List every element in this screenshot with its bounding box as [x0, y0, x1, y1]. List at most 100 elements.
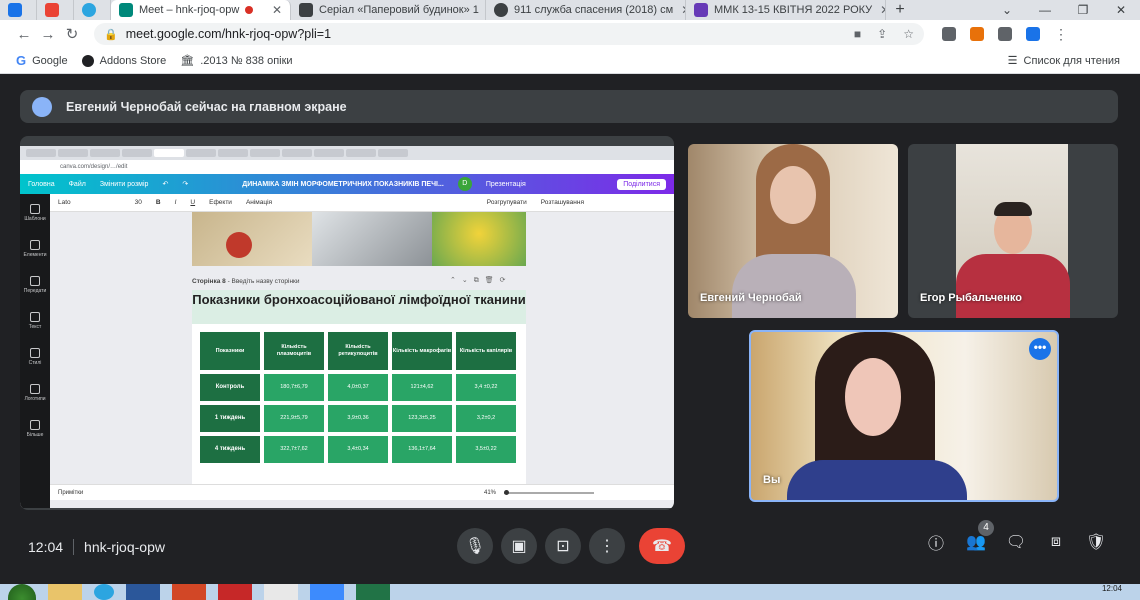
slide-table: Показники Кількість плазмоцитів Кількіст… [200, 332, 516, 467]
share-page-icon[interactable]: ⇪ [877, 27, 887, 41]
puzzle-icon[interactable] [998, 27, 1012, 41]
canva-font-size: 30 [134, 199, 142, 206]
table-cell: 3,4±0,34 [328, 436, 388, 463]
recording-dot-icon [245, 6, 254, 14]
table-header: Показники [200, 332, 260, 370]
reload-icon[interactable]: ↻ [60, 25, 84, 43]
meeting-details-icon[interactable]: ⓘ [924, 530, 948, 554]
gmail-icon [45, 3, 59, 17]
excel-icon[interactable] [356, 584, 390, 600]
forward-icon[interactable]: → [36, 26, 60, 43]
close-tab-icon[interactable]: ✕ [264, 3, 282, 17]
tab-favicon [8, 3, 22, 17]
camera-button[interactable]: ▣ [501, 528, 537, 564]
presenter-avatar [32, 96, 52, 117]
browser-tab[interactable] [0, 0, 37, 20]
self-view-tile[interactable]: Вы ••• [749, 330, 1059, 502]
participant-tile[interactable]: Евгений Чернобай [688, 144, 898, 318]
word-icon[interactable] [126, 584, 160, 600]
canva-sidebar-item: Елементи [23, 240, 47, 258]
close-window-button[interactable]: ✕ [1102, 3, 1140, 17]
meeting-code: hnk-rjoq-opw [84, 539, 165, 555]
browser-tab[interactable] [37, 0, 74, 20]
table-header-row: Показники Кількість плазмоцитів Кількіст… [200, 332, 516, 370]
bookmark-document[interactable]: 🏛 .2013 № 838 опіки [180, 54, 293, 68]
windows-taskbar: 12:04 [0, 584, 1140, 600]
table-row: 1 тиждень 221,9±5,79 3,9±0,36 123,3±5,25… [200, 405, 516, 432]
close-tab-icon[interactable]: ✕ [872, 3, 885, 17]
host-controls-icon[interactable]: 🛡 [1084, 530, 1108, 554]
bookmark-addons[interactable]: Addons Store [81, 54, 166, 67]
canva-footer: Примітки 41% [50, 484, 674, 500]
undo-icon: ↶ [162, 181, 169, 188]
canva-sidebar-item: Передати [24, 276, 46, 294]
more-options-icon[interactable]: ••• [1029, 338, 1051, 360]
address-bar[interactable]: 🔒 meet.google.com/hnk-rjoq-opw?pli=1 ■ ⇪… [94, 23, 924, 45]
more-options-button[interactable]: ⋮ [589, 528, 625, 564]
table-cell: 136,1±7,64 [392, 436, 452, 463]
tab-meet[interactable]: Meet – hnk-rjoq-opw ✕ [111, 0, 291, 20]
new-tab-button[interactable]: + [886, 0, 914, 20]
table-cell: 3,5±0,22 [456, 436, 516, 463]
google-icon: G [16, 53, 27, 68]
bookmark-google[interactable]: G Google [16, 53, 68, 68]
extension-icon[interactable] [942, 27, 956, 41]
start-button[interactable] [8, 584, 36, 600]
tab-mmk[interactable]: ММК 13-15 КВІТНЯ 2022 РОКУ ✕ [686, 0, 886, 20]
tab-label: ММК 13-15 КВІТНЯ 2022 РОКУ [714, 4, 873, 16]
chat-icon[interactable]: 🗨 [1004, 530, 1028, 554]
slide-title: Показники бронхоасоційованої лімфоїдної … [192, 290, 526, 324]
tab-favicon [299, 3, 313, 17]
camera-icon[interactable]: ■ [854, 27, 861, 41]
bookmark-star-icon[interactable]: ☆ [903, 27, 914, 41]
app-icon[interactable] [310, 584, 344, 600]
table-cell: 221,9±5,79 [264, 405, 324, 432]
present-screen-button[interactable]: ⊡ [545, 528, 581, 564]
bookmarks-bar: G Google Addons Store 🏛 .2013 № 838 опіки … [0, 48, 1140, 74]
powerpoint-icon[interactable] [172, 584, 206, 600]
table-cell: 123,3±5,25 [392, 405, 452, 432]
participant-tile[interactable]: Егор Рыбальченко [908, 144, 1118, 318]
reading-list-label: Список для чтения [1023, 54, 1120, 67]
close-tab-icon[interactable]: ✕ [673, 3, 685, 17]
reading-list[interactable]: ☰ Список для чтения [1008, 54, 1120, 68]
bookmark-label: .2013 № 838 опіки [200, 54, 293, 67]
canva-font-name: Lato [58, 199, 71, 206]
tab-search-icon[interactable]: ⌄ [988, 3, 1026, 17]
telegram-taskbar-icon[interactable] [94, 584, 114, 600]
canva-ungroup: Розгрупувати [486, 199, 527, 206]
browser-toolbar: ← → ↻ 🔒 meet.google.com/hnk-rjoq-opw?pli… [0, 20, 1140, 48]
activities-icon[interactable]: ⧈ [1044, 530, 1068, 554]
maximize-button[interactable]: ❐ [1064, 3, 1102, 17]
menu-kebab-icon[interactable]: ⋮ [1054, 27, 1068, 41]
browser-tab-bar: Meet – hnk-rjoq-opw ✕ Серіал «Паперовий … [0, 0, 1140, 20]
apple-books-image [192, 212, 312, 266]
minimize-button[interactable]: — [1026, 3, 1064, 17]
italic-icon: I [174, 199, 177, 206]
slide: Показники бронхоасоційованої лімфоїдної … [192, 290, 526, 484]
system-clock: 12:04 [1101, 584, 1122, 593]
chrome-icon[interactable] [264, 584, 298, 600]
canva-sidebar-item: Стилі [29, 348, 41, 366]
people-icon[interactable]: 👥 4 [964, 520, 994, 554]
canva-sidebar-item: Текст [29, 312, 41, 330]
presenting-text: Евгений Чернобай сейчас на главном экран… [66, 99, 347, 114]
explorer-icon[interactable] [48, 584, 82, 600]
shared-screen-content: canva.com/design/…/edit Головна Файл Змі… [20, 146, 674, 508]
participants-count-badge: 4 [978, 520, 994, 536]
back-icon[interactable]: ← [12, 26, 36, 43]
zoom-value: 41% [483, 489, 496, 496]
tab-paper-house[interactable]: Серіал «Паперовий будинок» 1 ✕ [291, 0, 486, 20]
end-call-button[interactable]: ☎ [639, 528, 685, 564]
browser-tab[interactable] [74, 0, 111, 20]
shield-extension-icon[interactable] [1026, 27, 1040, 41]
tab-911[interactable]: 911 служба спасения (2018) см ✕ [486, 0, 686, 20]
slide-image-strip [192, 212, 526, 266]
microphone-button[interactable]: 🎙 [457, 528, 493, 564]
app-icon[interactable] [218, 584, 252, 600]
page-actions-icons: ⌃⌄⧉🗑⟳ [450, 277, 512, 284]
forms-icon [694, 3, 708, 17]
extension-icon[interactable] [970, 27, 984, 41]
close-tab-icon[interactable]: ✕ [479, 3, 485, 17]
canva-sidebar: Шаблони Елементи Передати Текст Стилі Ло… [20, 194, 50, 508]
